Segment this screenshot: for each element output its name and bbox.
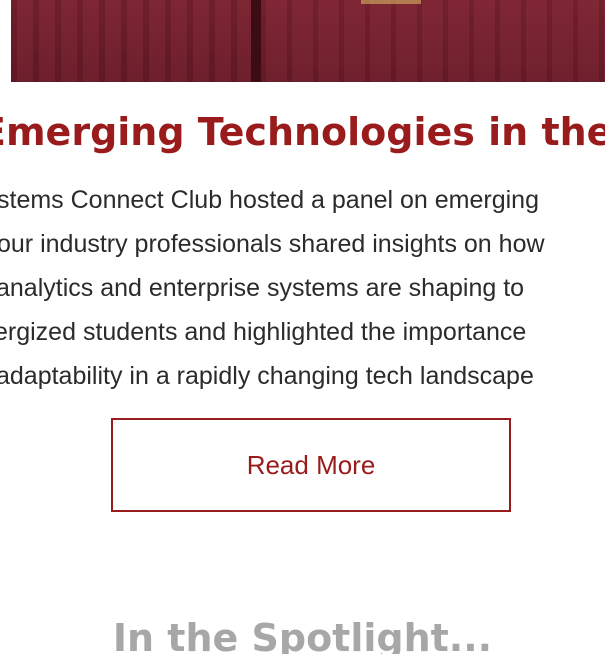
tablecloth-left — [11, 0, 251, 82]
article-body: stems Connect Club hosted a panel on eme… — [0, 178, 605, 402]
article-headline-container: Emerging Technologies in the Workforce — [0, 106, 605, 158]
page: Emerging Technologies in the Workforce s… — [0, 0, 605, 654]
article-body-line: stems Connect Club hosted a panel on eme… — [0, 186, 539, 214]
event-photo — [11, 0, 605, 82]
article-body-line: adaptability in a rapidly changing tech … — [0, 362, 534, 390]
spotlight-heading: In the Spotlight... — [112, 616, 493, 654]
read-more-button[interactable]: Read More — [111, 418, 511, 512]
article-body-line: ergized students and highlighted the imp… — [0, 318, 527, 346]
photo-accent — [361, 0, 421, 4]
tablecloth-right — [261, 0, 605, 82]
article-body-line: our industry professionals shared insigh… — [0, 230, 545, 258]
article-body-line: analytics and enterprise systems are sha… — [0, 274, 525, 302]
article-headline: Emerging Technologies in the Workforce — [0, 110, 605, 154]
tablecloth-gap — [251, 0, 261, 82]
